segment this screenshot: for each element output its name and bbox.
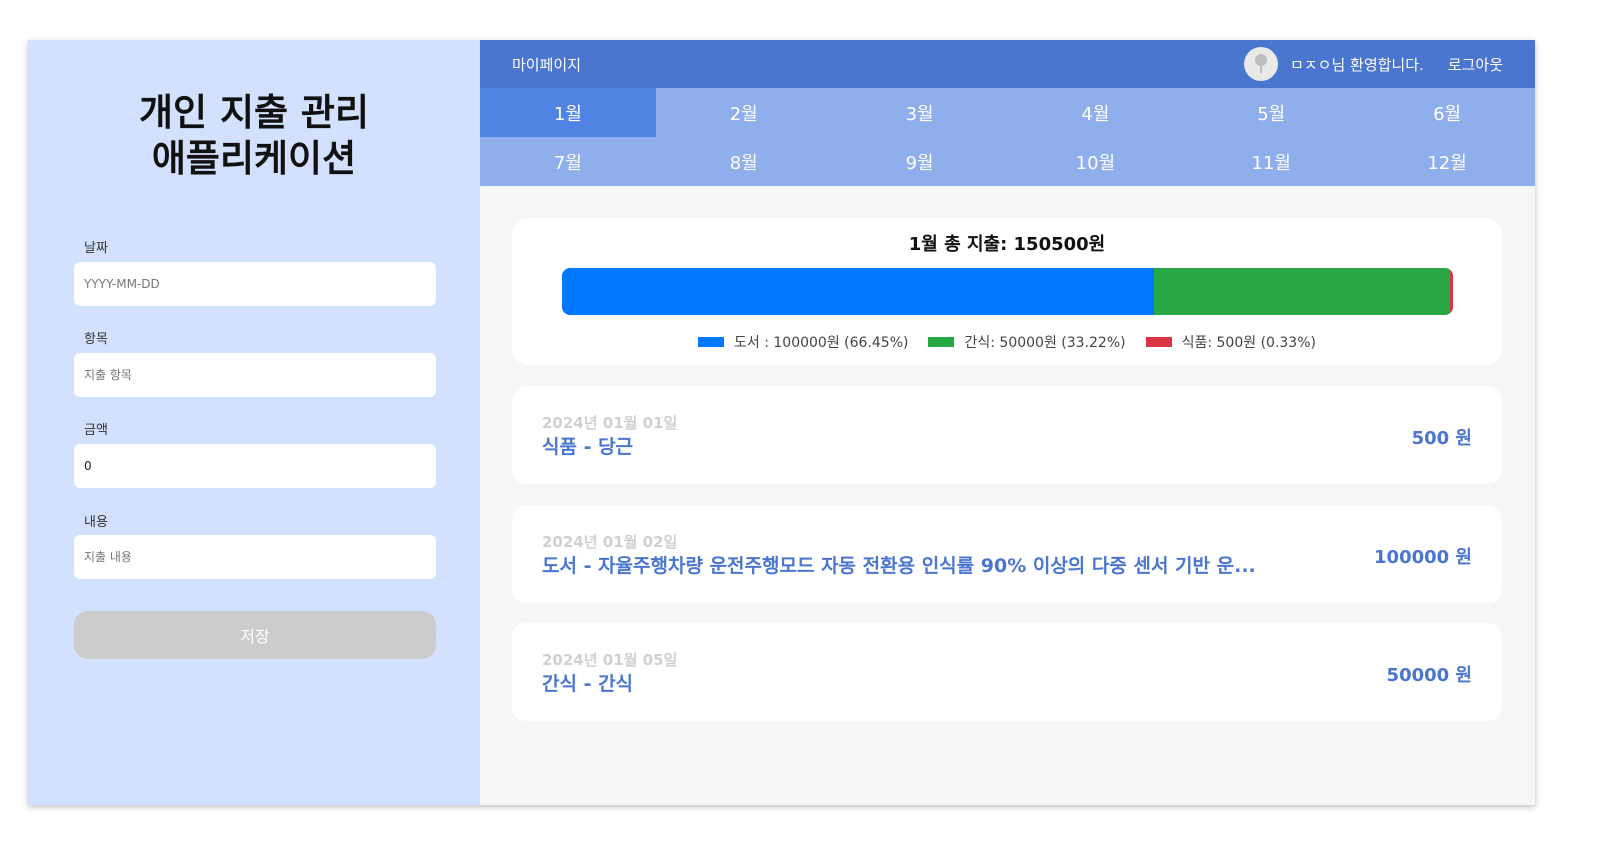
tab-month-12[interactable]: 12월 bbox=[1359, 137, 1535, 186]
legend-item: 간식: 50000원 (33.22%) bbox=[928, 332, 1126, 352]
content-input[interactable] bbox=[74, 535, 436, 579]
legend-item: 식품: 500원 (0.33%) bbox=[1145, 332, 1316, 352]
expense-date: 2024년 01월 02일 bbox=[542, 532, 678, 551]
app-title-line1: 개인 지출 관리 bbox=[138, 91, 369, 134]
app-title-line2: 애플리케이션 bbox=[151, 137, 357, 180]
tab-month-10[interactable]: 10월 bbox=[1007, 137, 1183, 186]
stacked-bar-chart bbox=[562, 268, 1453, 315]
welcome-text: ㅁㅈㅇ님 환영합니다. bbox=[1290, 55, 1424, 74]
tab-month-7[interactable]: 7월 bbox=[480, 137, 656, 186]
summary-title: 1월 총 지출: 150500원 bbox=[908, 234, 1106, 255]
bar-segment-식품 bbox=[1450, 268, 1453, 315]
expense-date: 2024년 01월 05일 bbox=[542, 651, 678, 669]
tab-month-5[interactable]: 5월 bbox=[1183, 88, 1359, 137]
top-bar: 마이페이지 ㅁㅈㅇ님 환영합니다. 로그아웃 bbox=[480, 40, 1535, 88]
expense-item[interactable]: 2024년 01월 01일식품 - 당근 500 원 bbox=[512, 386, 1502, 484]
legend-item: 도서 : 100000원 (66.45%) bbox=[698, 332, 908, 352]
bar-segment-도서 bbox=[562, 268, 1155, 315]
chart-legend: 도서 : 100000원 (66.45%) 간식: 50000원 (33.22%)… bbox=[512, 332, 1502, 352]
avatar[interactable] bbox=[1244, 47, 1279, 81]
legend-swatch bbox=[1145, 337, 1172, 347]
expense-amount: 500 원 bbox=[1411, 428, 1472, 449]
legend-swatch bbox=[928, 337, 955, 347]
amount-label: 금액 bbox=[84, 423, 108, 438]
content-label: 내용 bbox=[84, 515, 108, 530]
item-label: 항목 bbox=[84, 332, 108, 347]
expense-form-panel: 개인 지출 관리 애플리케이션 날짜 항목 금액 내용 저장 bbox=[28, 40, 480, 805]
tab-month-8[interactable]: 8월 bbox=[656, 137, 832, 186]
tab-month-3[interactable]: 3월 bbox=[832, 88, 1008, 137]
expense-title: 도서 - 자율주행차량 운전주행모드 자동 전환용 인식률 90% 이상의 다중… bbox=[542, 554, 1256, 577]
user-pin-icon bbox=[1255, 54, 1268, 73]
legend-swatch bbox=[698, 337, 725, 347]
expense-item[interactable]: 2024년 01월 02일도서 - 자율주행차량 운전주행모드 자동 전환용 인… bbox=[512, 504, 1502, 603]
date-label: 날짜 bbox=[84, 241, 108, 256]
save-button[interactable]: 저장 bbox=[74, 611, 436, 659]
expense-item[interactable]: 2024년 01월 05일간식 - 간식 50000 원 bbox=[512, 623, 1502, 721]
legend-label: 도서 : 100000원 (66.45%) bbox=[734, 335, 909, 351]
month-tabs: 1월 2월 3월 4월 5월 6월 7월 8월 9월 10월 11월 12월 bbox=[480, 88, 1535, 186]
legend-label: 간식: 50000원 (33.22%) bbox=[964, 335, 1126, 351]
tab-month-1[interactable]: 1월 bbox=[480, 88, 656, 137]
expense-amount: 100000 원 bbox=[1374, 546, 1472, 568]
app-title: 개인 지출 관리 애플리케이션 bbox=[28, 90, 480, 182]
expense-date: 2024년 01월 01일 bbox=[542, 414, 678, 432]
tab-month-11[interactable]: 11월 bbox=[1183, 137, 1359, 186]
summary-card: 1월 총 지출: 150500원 도서 : 100000원 (66.45%) 간식… bbox=[512, 218, 1502, 365]
date-input[interactable] bbox=[74, 262, 436, 306]
amount-input[interactable] bbox=[74, 444, 436, 488]
tab-month-9[interactable]: 9월 bbox=[832, 137, 1008, 186]
expense-view-panel: 마이페이지 ㅁㅈㅇ님 환영합니다. 로그아웃 1월 2월 3월 4월 5월 6월 7월 8월 9… bbox=[480, 40, 1535, 805]
tab-month-2[interactable]: 2월 bbox=[656, 88, 832, 137]
item-input[interactable] bbox=[74, 353, 436, 397]
expense-amount: 50000 원 bbox=[1386, 665, 1472, 686]
app-window: 개인 지출 관리 애플리케이션 날짜 항목 금액 내용 저장 마이페이지 ㅁㅈㅇ… bbox=[28, 40, 1535, 805]
mypage-link[interactable]: 마이페이지 bbox=[512, 54, 1244, 75]
legend-label: 식품: 500원 (0.33%) bbox=[1181, 335, 1316, 351]
logout-link[interactable]: 로그아웃 bbox=[1448, 54, 1503, 75]
expense-title: 식품 - 당근 bbox=[542, 436, 634, 458]
tab-month-6[interactable]: 6월 bbox=[1359, 88, 1535, 137]
tab-month-4[interactable]: 4월 bbox=[1007, 88, 1183, 137]
expense-title: 간식 - 간식 bbox=[542, 673, 634, 695]
bar-segment-간식 bbox=[1154, 268, 1451, 315]
